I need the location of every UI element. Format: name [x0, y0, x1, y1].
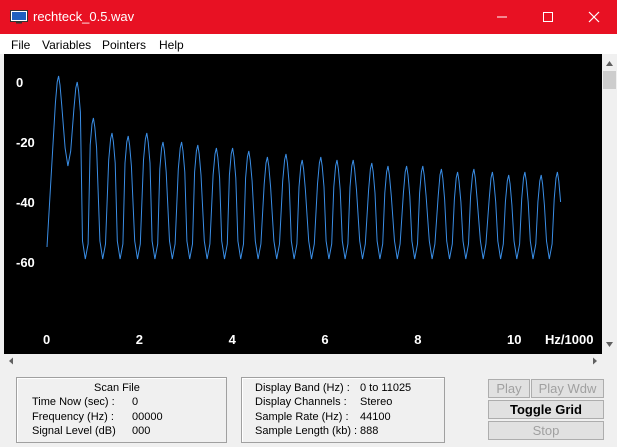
x-tick-label: 8: [414, 332, 421, 347]
play-button[interactable]: Play: [488, 379, 530, 398]
horizontal-scrollbar-graphic: [9, 357, 597, 365]
vertical-scrollbar-graphic: [603, 61, 616, 347]
minimize-icon: [497, 16, 507, 18]
close-button[interactable]: [571, 0, 617, 34]
x-axis-label: Hz/1000: [545, 332, 593, 347]
display-channels-label: Display Channels :: [255, 396, 347, 408]
sample-rate-label: Sample Rate (Hz) :: [255, 411, 349, 423]
sample-length-value: 888: [360, 425, 379, 437]
toggle-grid-button[interactable]: Toggle Grid: [488, 400, 604, 419]
window-title: rechteck_0.5.wav: [33, 9, 135, 24]
file-info-panel: Display Band (Hz) : 0 to 11025 Display C…: [241, 377, 445, 443]
minimize-button[interactable]: [479, 0, 525, 34]
x-tick-label: 2: [136, 332, 143, 347]
play-window-button[interactable]: Play Wdw: [531, 379, 604, 398]
menu-help[interactable]: Help: [159, 38, 184, 52]
scroll-down-icon[interactable]: [606, 342, 613, 347]
scroll-left-icon[interactable]: [9, 357, 13, 365]
x-tick-label: 4: [229, 332, 237, 347]
menu-pointers[interactable]: Pointers: [102, 38, 146, 52]
time-value: 0: [132, 396, 139, 408]
maximize-button[interactable]: [525, 0, 571, 34]
stop-button[interactable]: Stop: [488, 421, 604, 440]
spectrum-series-line: [46, 75, 562, 260]
display-band-label: Display Band (Hz) :: [255, 382, 350, 394]
menu-variables[interactable]: Variables: [42, 38, 91, 52]
vertical-scroll-thumb[interactable]: [603, 71, 616, 89]
scroll-up-icon[interactable]: [606, 61, 613, 66]
signal-level-value: 000: [132, 425, 151, 437]
time-label: Time Now (sec) :: [32, 396, 115, 408]
close-icon: [588, 11, 600, 23]
display-channels-value: Stereo: [360, 396, 393, 408]
y-tick-label: -40: [16, 195, 35, 210]
frequency-label: Frequency (Hz) :: [32, 411, 114, 423]
scan-panel: Scan File Time Now (sec) : 0 Frequency (…: [16, 377, 227, 443]
sample-length-label: Sample Length (kb) :: [255, 425, 358, 437]
app-window-icon: [10, 10, 28, 24]
horizontal-scrollbar[interactable]: [4, 354, 602, 368]
y-tick-label: -20: [16, 135, 35, 150]
x-tick-label: 10: [507, 332, 521, 347]
maximize-icon: [543, 12, 553, 22]
title-bar[interactable]: rechteck_0.5.wav: [0, 0, 617, 34]
vertical-scrollbar[interactable]: [602, 54, 617, 354]
signal-level-label: Signal Level (dB): [32, 425, 116, 437]
spectrum-plot[interactable]: 0 -20 -40 -60 0 2 4 6 8 10 Hz/1000: [4, 54, 602, 354]
display-band-value: 0 to 11025: [360, 382, 412, 394]
frequency-value: 00000: [132, 411, 163, 423]
y-tick-label: -60: [16, 255, 35, 270]
x-tick-label: 6: [321, 332, 328, 347]
y-tick-label: 0: [16, 75, 23, 90]
menu-file[interactable]: File: [11, 38, 30, 52]
spectrum-chart: 0 -20 -40 -60 0 2 4 6 8 10 Hz/1000: [16, 75, 593, 347]
menu-bar: File Variables Pointers Help: [0, 34, 617, 54]
x-tick-label: 0: [43, 332, 50, 347]
sample-rate-value: 44100: [360, 411, 391, 423]
scroll-right-icon[interactable]: [593, 357, 597, 365]
scrollbar-corner: [602, 354, 617, 368]
scan-title: Scan File: [94, 382, 140, 394]
control-area: Scan File Time Now (sec) : 0 Frequency (…: [0, 368, 617, 447]
